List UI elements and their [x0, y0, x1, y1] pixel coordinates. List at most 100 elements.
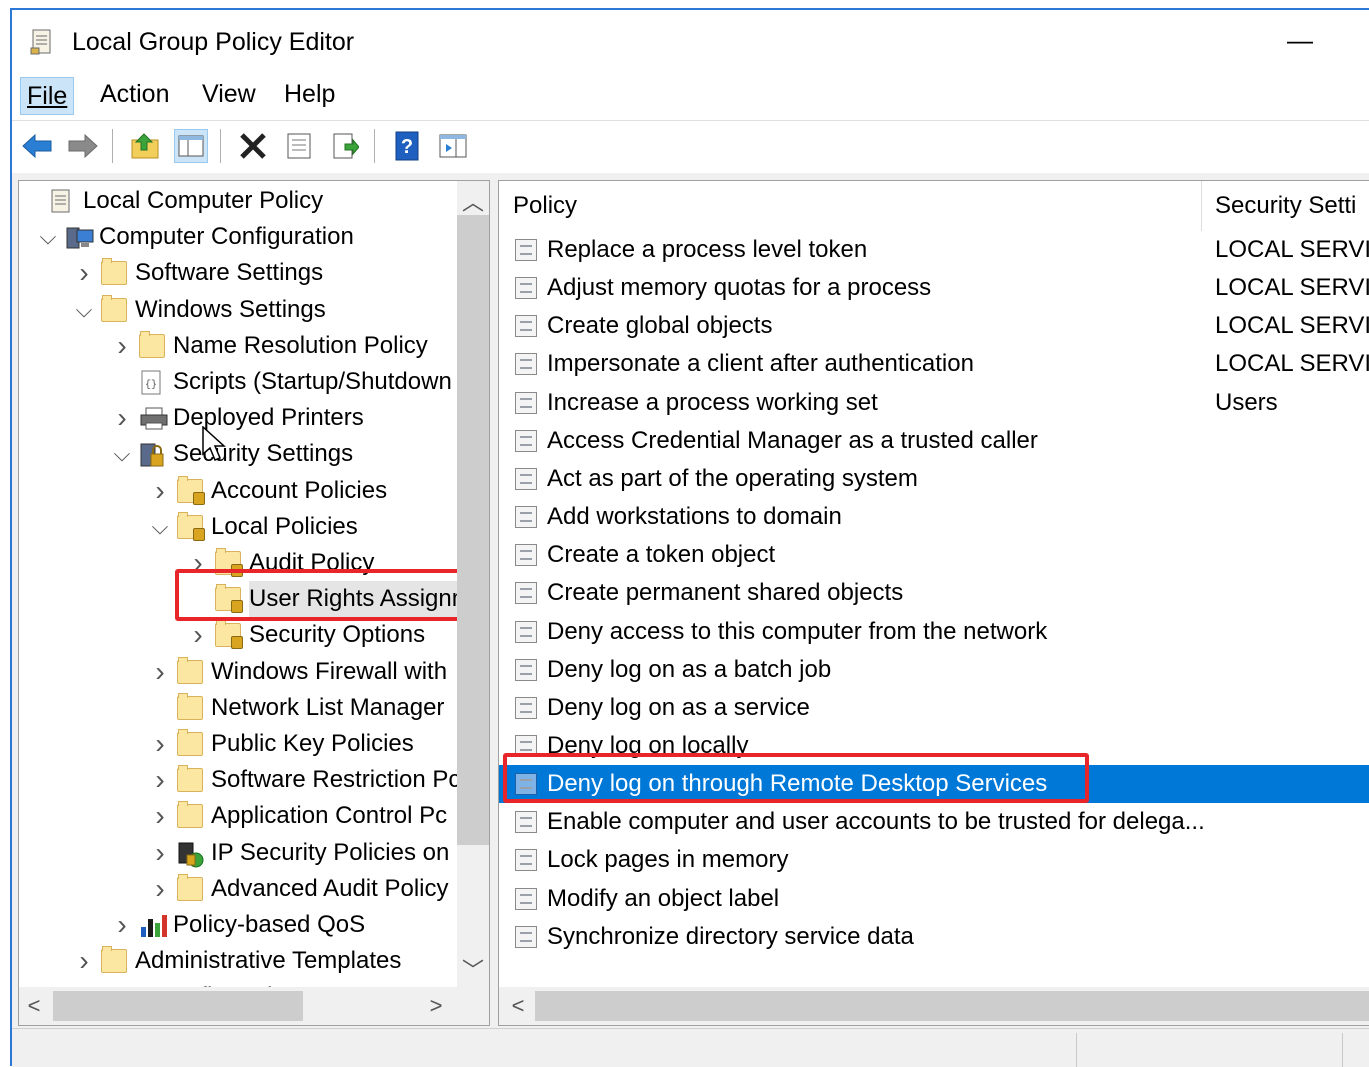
tree-horizontal-scroll-thumb[interactable]: [53, 991, 303, 1021]
tree-pane[interactable]: Local Computer Policy ⌵ Computer Configura…: [18, 180, 490, 1026]
policy-name: Deny log on locally: [547, 731, 749, 759]
tree-vertical-scrollbar[interactable]: ︿ ﹀: [457, 181, 489, 987]
tree-item[interactable]: Local Computer Policy: [19, 183, 457, 219]
policy-row[interactable]: Synchronize directory service data: [499, 918, 1369, 956]
chevron-right-icon[interactable]: ›: [151, 835, 169, 871]
list-horizontal-scrollbar[interactable]: <: [499, 987, 1369, 1025]
chevron-down-icon[interactable]: ⌵: [151, 509, 169, 545]
policy-row[interactable]: Adjust memory quotas for a process LOCAL …: [499, 269, 1369, 307]
column-separator[interactable]: [1201, 181, 1202, 231]
tree-item[interactable]: › Windows Firewall with: [19, 654, 457, 690]
chevron-right-icon[interactable]: ›: [75, 943, 93, 979]
scroll-right-icon[interactable]: >: [421, 993, 451, 1019]
show-hide-tree-icon[interactable]: [174, 129, 208, 163]
menu-file-label: File: [27, 82, 68, 110]
tree-item[interactable]: Network List Manager: [19, 690, 457, 726]
chevron-right-icon[interactable]: ›: [189, 545, 207, 581]
chevron-right-icon[interactable]: ›: [113, 907, 131, 943]
tree-item[interactable]: › Audit Policy: [19, 545, 457, 581]
tree-item[interactable]: › Administrative Templates: [19, 943, 457, 979]
delete-icon[interactable]: [236, 129, 270, 163]
policy-row[interactable]: Replace a process level token LOCAL SERVI: [499, 231, 1369, 269]
policy-list-pane[interactable]: Policy Security Setti Replace a process …: [498, 180, 1369, 1026]
chevron-right-icon[interactable]: ›: [151, 726, 169, 762]
tree-item[interactable]: › Software Settings: [19, 255, 457, 291]
tree-item[interactable]: ⌵ Local Policies: [19, 509, 457, 545]
menu-action[interactable]: Action: [100, 80, 169, 109]
chevron-right-icon[interactable]: ›: [189, 617, 207, 653]
tree-item[interactable]: ⌵ Windows Settings: [19, 292, 457, 328]
menu-help[interactable]: Help: [284, 80, 335, 109]
tree-item[interactable]: › Security Options: [19, 617, 457, 653]
policy-row[interactable]: Modify an object label: [499, 880, 1369, 918]
minimize-button[interactable]: —: [1280, 18, 1320, 62]
tree-item[interactable]: › Application Control Pc: [19, 798, 457, 834]
list-horizontal-scroll-thumb[interactable]: [535, 991, 1369, 1021]
tree-item-label: Administrative Templates: [135, 947, 402, 975]
properties-icon[interactable]: [282, 129, 316, 163]
lock-icon: [193, 527, 205, 541]
policy-setting-icon: [515, 429, 537, 452]
chevron-down-icon[interactable]: ⌵: [75, 292, 93, 328]
svg-text:{}: {}: [145, 379, 157, 391]
policy-row[interactable]: Create global objects LOCAL SERVI: [499, 307, 1369, 345]
menu-view[interactable]: View: [202, 80, 256, 109]
tree-item[interactable]: › Software Restriction Pc: [19, 762, 460, 798]
chevron-right-icon[interactable]: ›: [75, 255, 93, 291]
show-action-pane-icon[interactable]: [436, 129, 470, 163]
chevron-down-icon[interactable]: ⌵: [113, 436, 131, 472]
tree-item[interactable]: › Public Key Policies: [19, 726, 457, 762]
chevron-right-icon[interactable]: ›: [151, 871, 169, 907]
policy-row[interactable]: Deny log on as a service: [499, 689, 1369, 727]
tree-item[interactable]: › Account Policies: [19, 473, 457, 509]
column-header-security-setting[interactable]: Security Setti: [1215, 181, 1356, 231]
policy-row[interactable]: Access Credential Manager as a trusted c…: [499, 422, 1369, 460]
tree-item[interactable]: User Rights Assignm: [19, 581, 478, 618]
forward-arrow-icon[interactable]: [66, 129, 100, 163]
policy-row[interactable]: Deny access to this computer from the ne…: [499, 613, 1369, 651]
policy-row[interactable]: Add workstations to domain: [499, 498, 1369, 536]
tree-item[interactable]: › Name Resolution Policy: [19, 328, 457, 364]
scroll-left-icon[interactable]: <: [19, 993, 49, 1019]
scroll-up-icon[interactable]: ︿: [458, 185, 488, 217]
chevron-right-icon[interactable]: ›: [151, 473, 169, 509]
lock-icon: [231, 600, 243, 614]
policy-row[interactable]: Act as part of the operating system: [499, 460, 1369, 498]
policy-setting-icon: [515, 925, 537, 948]
back-arrow-icon[interactable]: [20, 129, 54, 163]
tree-item-label: Audit Policy: [249, 549, 375, 576]
policy-row[interactable]: Enable computer and user accounts to be …: [499, 803, 1369, 841]
chevron-down-icon[interactable]: ⌵: [39, 219, 57, 255]
tree-item[interactable]: › Policy-based QoS: [19, 907, 457, 943]
policy-row[interactable]: Impersonate a client after authenticatio…: [499, 345, 1369, 383]
chevron-right-icon[interactable]: ›: [151, 798, 169, 834]
tree-item[interactable]: › IP Security Policies on: [19, 835, 457, 871]
tree-item[interactable]: › Advanced Audit Policy: [19, 871, 457, 907]
tree-horizontal-scrollbar[interactable]: < >: [19, 987, 489, 1025]
tree-item[interactable]: {} Scripts (Startup/Shutdown: [19, 364, 457, 400]
policy-row-selected[interactable]: Deny log on through Remote Desktop Servi…: [499, 765, 1369, 804]
policy-name: Act as part of the operating system: [547, 464, 918, 492]
scroll-left-icon[interactable]: <: [503, 993, 533, 1019]
tree-item-label: Security Settings: [173, 440, 354, 468]
tree-vertical-scroll-thumb[interactable]: [457, 215, 489, 845]
policy-row[interactable]: Create a token object: [499, 536, 1369, 574]
chevron-right-icon[interactable]: ›: [113, 400, 131, 436]
policy-row[interactable]: Deny log on locally: [499, 727, 1369, 765]
chevron-right-icon[interactable]: ›: [151, 762, 169, 798]
policy-row[interactable]: Increase a process working set Users: [499, 384, 1369, 422]
policy-row[interactable]: Create permanent shared objects: [499, 574, 1369, 612]
chevron-right-icon[interactable]: ›: [151, 654, 169, 690]
column-header-policy[interactable]: Policy: [513, 181, 577, 231]
tree-item[interactable]: ⌵ Security Settings: [19, 436, 457, 472]
menu-file[interactable]: File: [20, 77, 75, 115]
tree-item[interactable]: › Deployed Printers: [19, 400, 457, 436]
policy-row[interactable]: Lock pages in memory: [499, 841, 1369, 879]
tree-item[interactable]: ⌵ Computer Configuration: [19, 219, 457, 255]
chevron-right-icon[interactable]: ›: [113, 328, 131, 364]
export-list-icon[interactable]: [328, 129, 362, 163]
scroll-down-icon[interactable]: ﹀: [458, 953, 488, 985]
up-folder-icon[interactable]: [128, 129, 162, 163]
policy-row[interactable]: Deny log on as a batch job: [499, 651, 1369, 689]
help-icon[interactable]: ?: [390, 129, 424, 163]
